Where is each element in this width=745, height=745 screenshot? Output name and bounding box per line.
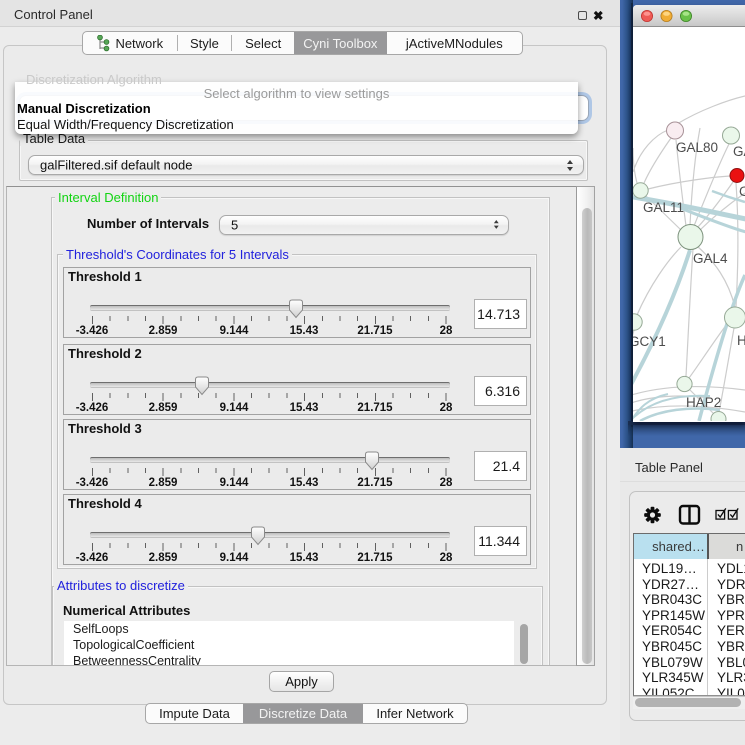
svg-text:GA: GA xyxy=(733,144,745,159)
svg-text:H: H xyxy=(737,333,745,348)
svg-text:GAL4: GAL4 xyxy=(693,251,728,266)
svg-text:GAL11: GAL11 xyxy=(643,200,684,215)
svg-text:HAP2: HAP2 xyxy=(686,395,721,410)
svg-text:C: C xyxy=(739,184,745,199)
svg-text:GCY1: GCY1 xyxy=(633,334,666,349)
svg-text:GAL80: GAL80 xyxy=(676,140,718,155)
